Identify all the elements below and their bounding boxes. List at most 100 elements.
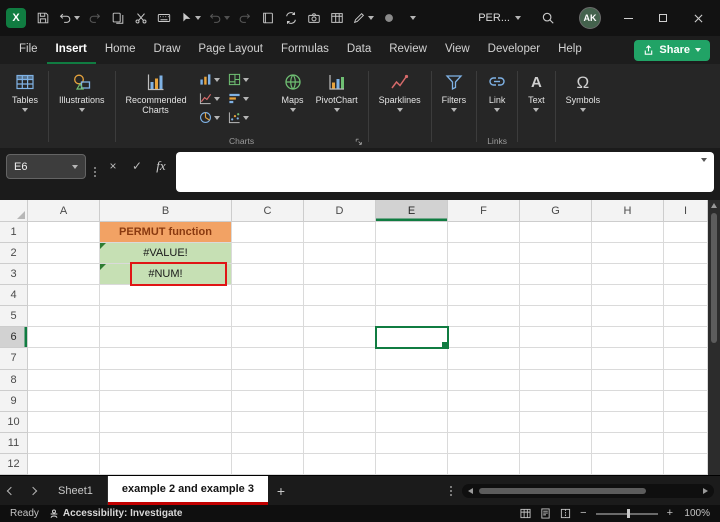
- cell-D7[interactable]: [304, 348, 376, 369]
- cell-D8[interactable]: [304, 370, 376, 391]
- cell-B8[interactable]: [100, 370, 232, 391]
- column-header-E[interactable]: E: [376, 200, 448, 222]
- cell-I6[interactable]: [664, 327, 708, 348]
- cell-C5[interactable]: [232, 306, 304, 327]
- cell-G2[interactable]: [520, 243, 592, 264]
- cell-I11[interactable]: [664, 433, 708, 454]
- cell-B3[interactable]: #NUM!: [100, 264, 232, 285]
- menu-tab-data[interactable]: Data: [338, 36, 380, 64]
- row-header-3[interactable]: 3: [0, 264, 28, 285]
- insert-hierarchy-chart-button[interactable]: [225, 70, 252, 89]
- row-header-9[interactable]: 9: [0, 391, 28, 412]
- document-title[interactable]: PER...: [478, 12, 510, 24]
- cell-A10[interactable]: [28, 412, 100, 433]
- cell-A3[interactable]: [28, 264, 100, 285]
- cell-C8[interactable]: [232, 370, 304, 391]
- insert-pie-chart-button[interactable]: [196, 108, 223, 127]
- cell-D5[interactable]: [304, 306, 376, 327]
- cell-A4[interactable]: [28, 285, 100, 306]
- cell-F9[interactable]: [448, 391, 520, 412]
- copy-button[interactable]: [108, 6, 128, 30]
- cell-G5[interactable]: [520, 306, 592, 327]
- horizontal-scroll-thumb[interactable]: [479, 488, 646, 494]
- row-header-10[interactable]: 10: [0, 412, 28, 433]
- cell-H5[interactable]: [592, 306, 664, 327]
- menu-tab-page-layout[interactable]: Page Layout: [189, 36, 272, 64]
- column-header-I[interactable]: I: [664, 200, 708, 222]
- pivotchart-button[interactable]: PivotChart: [310, 67, 364, 113]
- cell-E9[interactable]: [376, 391, 448, 412]
- record-macro-button[interactable]: [379, 6, 399, 30]
- cell-B1[interactable]: PERMUT function: [100, 222, 232, 243]
- column-header-D[interactable]: D: [304, 200, 376, 222]
- vertical-scrollbar[interactable]: [708, 200, 720, 475]
- undo-history-button[interactable]: [206, 6, 232, 30]
- cell-E2[interactable]: [376, 243, 448, 264]
- cell-B11[interactable]: [100, 433, 232, 454]
- cell-E4[interactable]: [376, 285, 448, 306]
- maps-button[interactable]: Maps: [276, 67, 310, 113]
- symbols-button[interactable]: Ω Symbols: [560, 67, 607, 113]
- keyboard-button[interactable]: [154, 6, 174, 30]
- previous-sheet-button[interactable]: [0, 476, 22, 505]
- sheet-options-icon[interactable]: [450, 490, 452, 492]
- undo-button[interactable]: [56, 6, 82, 30]
- cell-G12[interactable]: [520, 454, 592, 475]
- cell-D3[interactable]: [304, 264, 376, 285]
- cell-F11[interactable]: [448, 433, 520, 454]
- tables-button[interactable]: Tables: [6, 67, 44, 113]
- maximize-button[interactable]: [647, 4, 679, 32]
- cell-I9[interactable]: [664, 391, 708, 412]
- cell-E12[interactable]: [376, 454, 448, 475]
- select-all-button[interactable]: [0, 200, 28, 222]
- row-header-12[interactable]: 12: [0, 454, 28, 475]
- cell-H2[interactable]: [592, 243, 664, 264]
- insert-column-chart-button[interactable]: [196, 70, 223, 89]
- cell-D1[interactable]: [304, 222, 376, 243]
- cell-F1[interactable]: [448, 222, 520, 243]
- cell-C11[interactable]: [232, 433, 304, 454]
- cell-G7[interactable]: [520, 348, 592, 369]
- row-header-5[interactable]: 5: [0, 306, 28, 327]
- cell-H8[interactable]: [592, 370, 664, 391]
- cell-G9[interactable]: [520, 391, 592, 412]
- cell-I3[interactable]: [664, 264, 708, 285]
- cell-E8[interactable]: [376, 370, 448, 391]
- cell-G11[interactable]: [520, 433, 592, 454]
- cell-D2[interactable]: [304, 243, 376, 264]
- column-header-F[interactable]: F: [448, 200, 520, 222]
- cell-C4[interactable]: [232, 285, 304, 306]
- horizontal-scrollbar[interactable]: [462, 484, 714, 498]
- cell-E6[interactable]: [376, 327, 448, 348]
- cell-D11[interactable]: [304, 433, 376, 454]
- cell-B10[interactable]: [100, 412, 232, 433]
- cell-I1[interactable]: [664, 222, 708, 243]
- cell-E5[interactable]: [376, 306, 448, 327]
- draw-button[interactable]: [350, 6, 376, 30]
- save-button[interactable]: [33, 6, 53, 30]
- cell-G6[interactable]: [520, 327, 592, 348]
- cell-B5[interactable]: [100, 306, 232, 327]
- cell-C9[interactable]: [232, 391, 304, 412]
- cell-B4[interactable]: [100, 285, 232, 306]
- scroll-left-icon[interactable]: [468, 488, 473, 494]
- table-quick-button[interactable]: [327, 6, 347, 30]
- cell-G4[interactable]: [520, 285, 592, 306]
- cell-A9[interactable]: [28, 391, 100, 412]
- cell-A7[interactable]: [28, 348, 100, 369]
- cell-B2[interactable]: #VALUE!: [100, 243, 232, 264]
- redo-history-button[interactable]: [235, 6, 255, 30]
- cell-G10[interactable]: [520, 412, 592, 433]
- cell-H10[interactable]: [592, 412, 664, 433]
- zoom-slider[interactable]: [596, 513, 658, 515]
- menu-tab-home[interactable]: Home: [96, 36, 145, 64]
- cell-E10[interactable]: [376, 412, 448, 433]
- cell-H1[interactable]: [592, 222, 664, 243]
- cell-A11[interactable]: [28, 433, 100, 454]
- insert-function-button[interactable]: fx: [152, 158, 170, 174]
- cell-I2[interactable]: [664, 243, 708, 264]
- cell-F5[interactable]: [448, 306, 520, 327]
- zoom-out-button[interactable]: −: [580, 508, 586, 519]
- cell-B9[interactable]: [100, 391, 232, 412]
- cell-F12[interactable]: [448, 454, 520, 475]
